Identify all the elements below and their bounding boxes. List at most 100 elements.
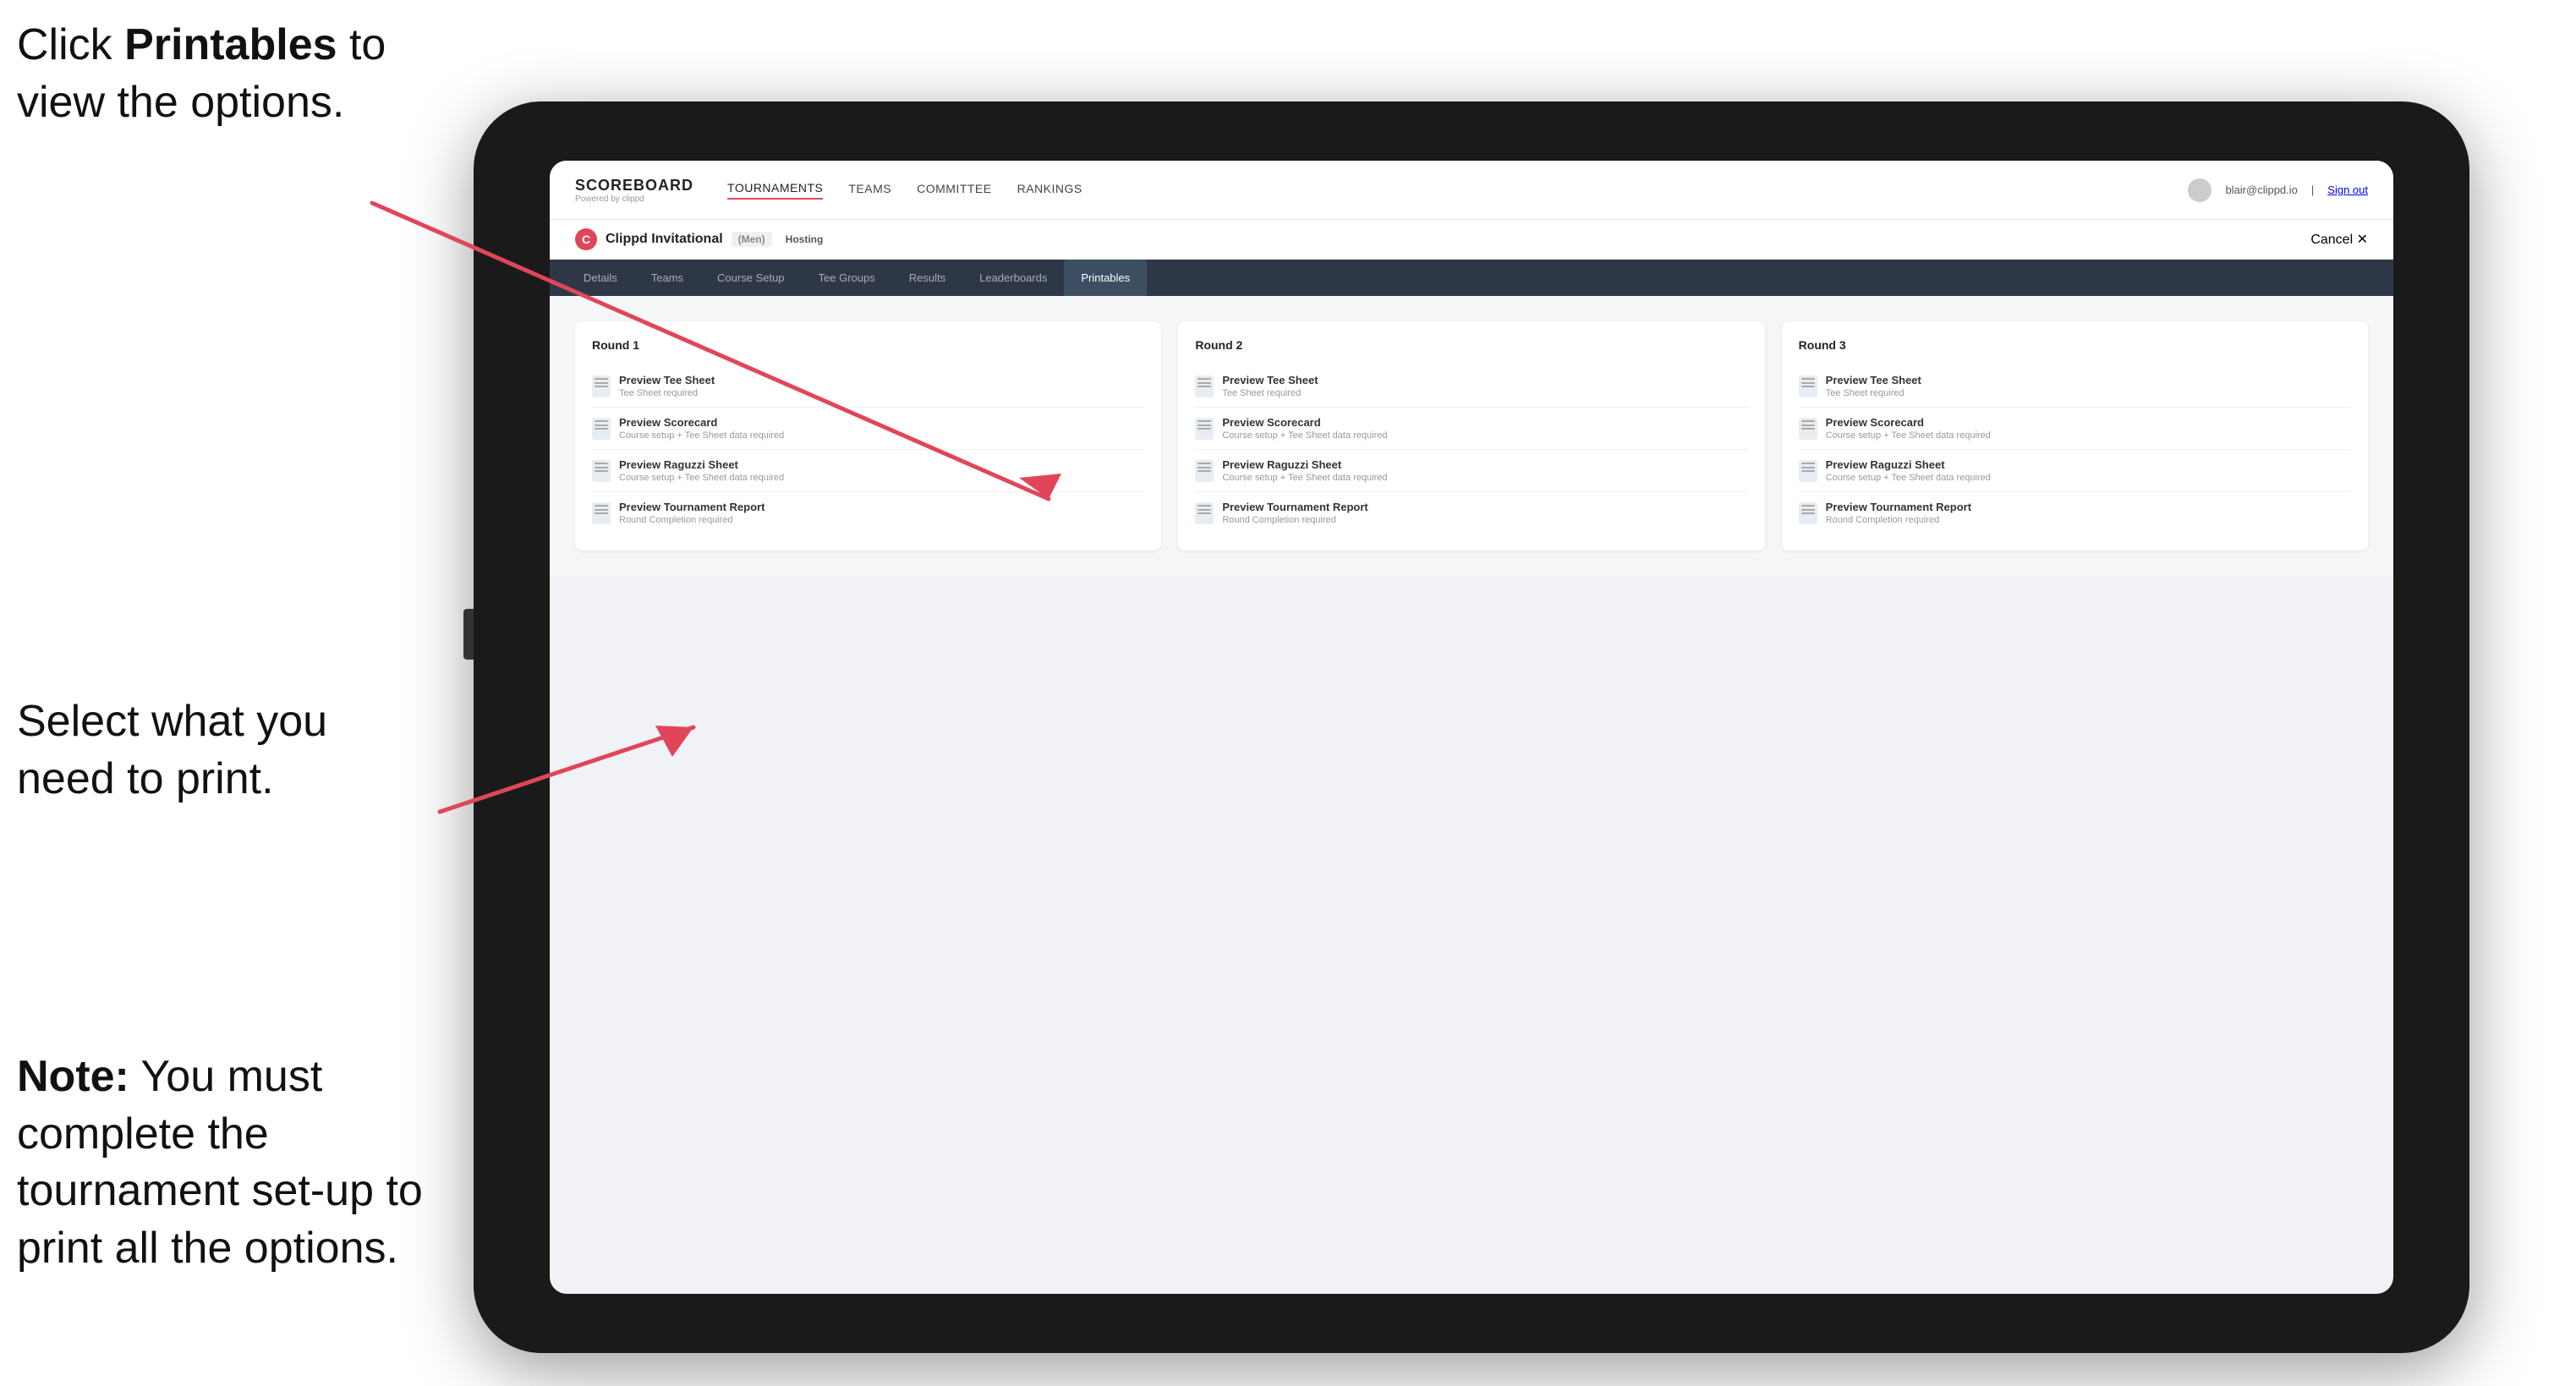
r2-scorecard-title: Preview Scorecard (1222, 416, 1387, 429)
round-2-title: Round 2 (1195, 338, 1747, 352)
r3-tee-sheet[interactable]: Preview Tee Sheet Tee Sheet required (1799, 365, 2351, 408)
r3-raguzzi[interactable]: Preview Raguzzi Sheet Course setup + Tee… (1799, 450, 2351, 492)
r1-raguzzi-sub: Course setup + Tee Sheet data required (619, 473, 784, 483)
r2-tee-sheet[interactable]: Preview Tee Sheet Tee Sheet required (1195, 365, 1747, 408)
round-1-title: Round 1 (592, 338, 1144, 352)
r2-raguzzi-title: Preview Raguzzi Sheet (1222, 458, 1387, 471)
r1-tournament-report-text: Preview Tournament Report Round Completi… (619, 501, 765, 525)
r2-tee-sheet-sub: Tee Sheet required (1222, 388, 1318, 398)
annotation-top: Click Printables toview the options. (17, 17, 386, 131)
r1-scorecard-sub: Course setup + Tee Sheet data required (619, 430, 784, 441)
r1-scorecard[interactable]: Preview Scorecard Course setup + Tee She… (592, 408, 1144, 450)
r3-scorecard-title: Preview Scorecard (1826, 416, 1991, 429)
r2-tee-sheet-icon (1195, 375, 1214, 397)
annotation-note-bold: Note: (17, 1052, 129, 1101)
r3-tee-sheet-sub: Tee Sheet required (1826, 388, 1921, 398)
tablet-side-button (463, 609, 474, 660)
sub-tabs: Details Teams Course Setup Tee Groups Re… (550, 260, 2393, 296)
rounds-container: Round 1 Preview Tee Sheet Tee Sheet requ… (575, 321, 2368, 551)
r1-tournament-report[interactable]: Preview Tournament Report Round Completi… (592, 492, 1144, 534)
r2-scorecard-text: Preview Scorecard Course setup + Tee She… (1222, 416, 1387, 441)
r2-tournament-report-sub: Round Completion required (1222, 515, 1367, 525)
r3-scorecard-sub: Course setup + Tee Sheet data required (1826, 430, 1991, 441)
r3-tournament-report-text: Preview Tournament Report Round Completi… (1826, 501, 1971, 525)
r1-tee-sheet-title: Preview Tee Sheet (619, 374, 715, 386)
round-1-column: Round 1 Preview Tee Sheet Tee Sheet requ… (575, 321, 1161, 551)
content-area: Round 1 Preview Tee Sheet Tee Sheet requ… (550, 296, 2393, 576)
r3-raguzzi-title: Preview Raguzzi Sheet (1826, 458, 1991, 471)
logo-title: SCOREBOARD (575, 177, 693, 194)
tournament-logo: C (575, 228, 597, 250)
r3-raguzzi-sub: Course setup + Tee Sheet data required (1826, 473, 1991, 483)
round-2-column: Round 2 Preview Tee Sheet Tee Sheet requ… (1178, 321, 1764, 551)
tournament-report-icon (592, 502, 611, 524)
r2-tee-sheet-title: Preview Tee Sheet (1222, 374, 1318, 386)
nav-rankings[interactable]: RANKINGS (1017, 182, 1082, 199)
tournament-title: Clippd Invitational (606, 232, 723, 247)
user-avatar (2188, 178, 2212, 202)
app-header: SCOREBOARD Powered by clippd TOURNAMENTS… (550, 161, 2393, 220)
r2-scorecard[interactable]: Preview Scorecard Course setup + Tee She… (1195, 408, 1747, 450)
r2-scorecard-icon (1195, 418, 1214, 440)
annotation-middle: Select what you need to print. (17, 693, 406, 808)
tab-course-setup[interactable]: Course Setup (700, 260, 802, 296)
r2-raguzzi[interactable]: Preview Raguzzi Sheet Course setup + Tee… (1195, 450, 1747, 492)
r2-raguzzi-text: Preview Raguzzi Sheet Course setup + Tee… (1222, 458, 1387, 483)
sign-out-link[interactable]: Sign out (2327, 184, 2368, 196)
r3-scorecard-icon (1799, 418, 1817, 440)
r1-tee-sheet-text: Preview Tee Sheet Tee Sheet required (619, 374, 715, 398)
main-nav: TOURNAMENTS TEAMS COMMITTEE RANKINGS (727, 181, 2154, 200)
r1-scorecard-text: Preview Scorecard Course setup + Tee She… (619, 416, 784, 441)
scoreboard-logo: SCOREBOARD Powered by clippd (575, 177, 693, 204)
r1-tee-sheet[interactable]: Preview Tee Sheet Tee Sheet required (592, 365, 1144, 408)
r3-raguzzi-icon (1799, 460, 1817, 482)
r3-scorecard[interactable]: Preview Scorecard Course setup + Tee She… (1799, 408, 2351, 450)
r1-raguzzi-text: Preview Raguzzi Sheet Course setup + Tee… (619, 458, 784, 483)
r1-raguzzi-title: Preview Raguzzi Sheet (619, 458, 784, 471)
r2-tournament-report-title: Preview Tournament Report (1222, 501, 1367, 513)
tablet-device: SCOREBOARD Powered by clippd TOURNAMENTS… (474, 101, 2469, 1353)
r3-raguzzi-text: Preview Raguzzi Sheet Course setup + Tee… (1826, 458, 1991, 483)
nav-teams[interactable]: TEAMS (848, 182, 891, 199)
hosting-badge: Hosting (786, 233, 824, 245)
cancel-button[interactable]: Cancel ✕ (2310, 231, 2368, 248)
annotation-bottom: Note: You must complete the tournament s… (17, 1049, 440, 1277)
tab-printables[interactable]: Printables (1064, 260, 1147, 296)
round-3-title: Round 3 (1799, 338, 2351, 352)
header-right: blair@clippd.io | Sign out (2188, 178, 2368, 202)
nav-tournaments[interactable]: TOURNAMENTS (727, 181, 823, 200)
r1-tee-sheet-sub: Tee Sheet required (619, 388, 715, 398)
tournament-name: C Clippd Invitational (Men) Hosting (575, 228, 823, 250)
r3-scorecard-text: Preview Scorecard Course setup + Tee She… (1826, 416, 1991, 441)
user-email: blair@clippd.io (2225, 184, 2297, 196)
separator: | (2311, 184, 2314, 196)
tee-sheet-icon (592, 375, 611, 397)
logo-sub: Powered by clippd (575, 194, 693, 204)
tab-details[interactable]: Details (567, 260, 634, 296)
r1-scorecard-title: Preview Scorecard (619, 416, 784, 429)
r1-tournament-report-title: Preview Tournament Report (619, 501, 765, 513)
tab-teams[interactable]: Teams (634, 260, 700, 296)
tab-results[interactable]: Results (892, 260, 962, 296)
r2-tournament-report[interactable]: Preview Tournament Report Round Completi… (1195, 492, 1747, 534)
round-3-column: Round 3 Preview Tee Sheet Tee Sheet requ… (1782, 321, 2368, 551)
tab-leaderboards[interactable]: Leaderboards (962, 260, 1064, 296)
r3-tee-sheet-title: Preview Tee Sheet (1826, 374, 1921, 386)
r2-raguzzi-icon (1195, 460, 1214, 482)
nav-committee[interactable]: COMMITTEE (917, 182, 992, 199)
r3-tournament-report-title: Preview Tournament Report (1826, 501, 1971, 513)
r2-scorecard-sub: Course setup + Tee Sheet data required (1222, 430, 1387, 441)
tablet-screen: SCOREBOARD Powered by clippd TOURNAMENTS… (550, 161, 2393, 1294)
r3-tee-sheet-icon (1799, 375, 1817, 397)
tournament-bar: C Clippd Invitational (Men) Hosting Canc… (550, 220, 2393, 260)
r1-raguzzi[interactable]: Preview Raguzzi Sheet Course setup + Tee… (592, 450, 1144, 492)
scorecard-icon (592, 418, 611, 440)
r3-tournament-report-icon (1799, 502, 1817, 524)
r1-tournament-report-sub: Round Completion required (619, 515, 765, 525)
r2-tee-sheet-text: Preview Tee Sheet Tee Sheet required (1222, 374, 1318, 398)
tournament-gender: (Men) (732, 232, 772, 247)
raguzzi-icon (592, 460, 611, 482)
r3-tournament-report[interactable]: Preview Tournament Report Round Completi… (1799, 492, 2351, 534)
tab-tee-groups[interactable]: Tee Groups (802, 260, 892, 296)
r2-tournament-report-icon (1195, 502, 1214, 524)
